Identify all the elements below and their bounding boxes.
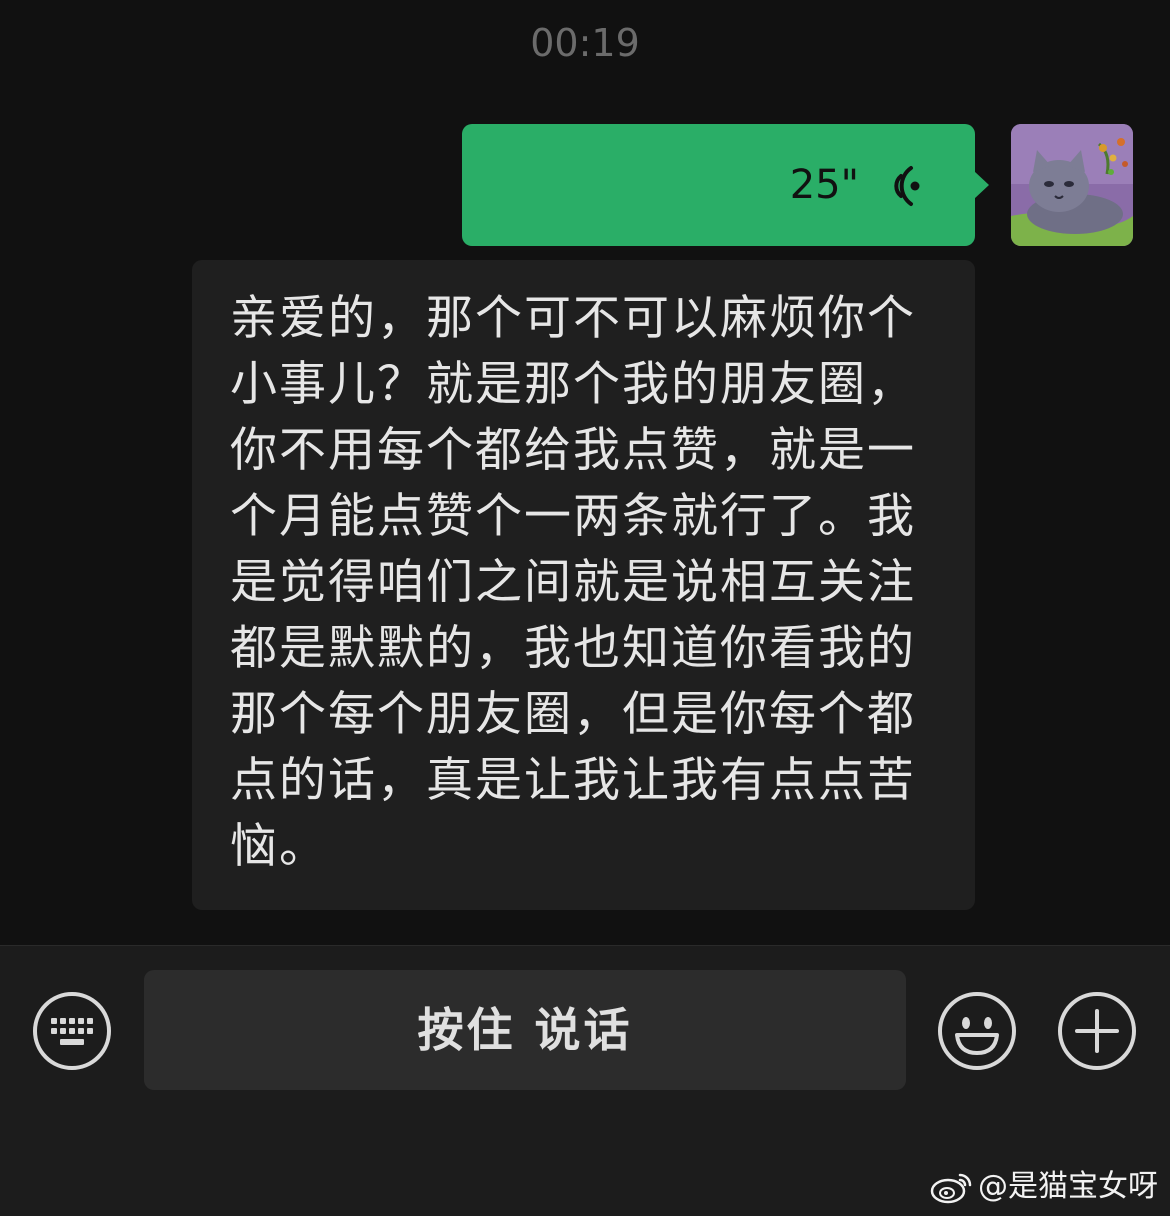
voice-wave-icon: [894, 166, 920, 206]
weibo-icon: [930, 1173, 972, 1204]
voice-duration: 25": [789, 162, 859, 208]
watermark: @是猫宝女呀: [930, 1167, 1158, 1207]
more-button[interactable]: [1057, 991, 1137, 1071]
chat-screen: 00:19 25" 亲爱的，那个可不可以麻烦你个小事儿？就是那个我的朋友圈，你不…: [0, 0, 1170, 1216]
message-timestamp: 00:19: [530, 21, 640, 65]
plus-icon: [1058, 992, 1136, 1070]
keyboard-icon: [33, 992, 111, 1070]
voice-transcription: 亲爱的，那个可不可以麻烦你个小事儿？就是那个我的朋友圈，你不用每个都给我点赞，就…: [192, 260, 975, 910]
avatar[interactable]: [1011, 124, 1133, 246]
hold-to-talk-button[interactable]: 按住 说话: [144, 970, 906, 1090]
keyboard-button[interactable]: [32, 991, 112, 1071]
watermark-handle: @是猫宝女呀: [978, 1169, 1158, 1204]
emoji-button[interactable]: [937, 991, 1017, 1071]
transcription-text: 亲爱的，那个可不可以麻烦你个小事儿？就是那个我的朋友圈，你不用每个都给我点赞，就…: [230, 291, 916, 874]
voice-message-bubble[interactable]: 25": [462, 124, 989, 246]
cat-avatar-image: [1011, 124, 1133, 246]
chat-input-bar: 按住 说话 @是猫宝女呀: [0, 945, 1170, 1216]
emoji-icon: [938, 992, 1016, 1070]
